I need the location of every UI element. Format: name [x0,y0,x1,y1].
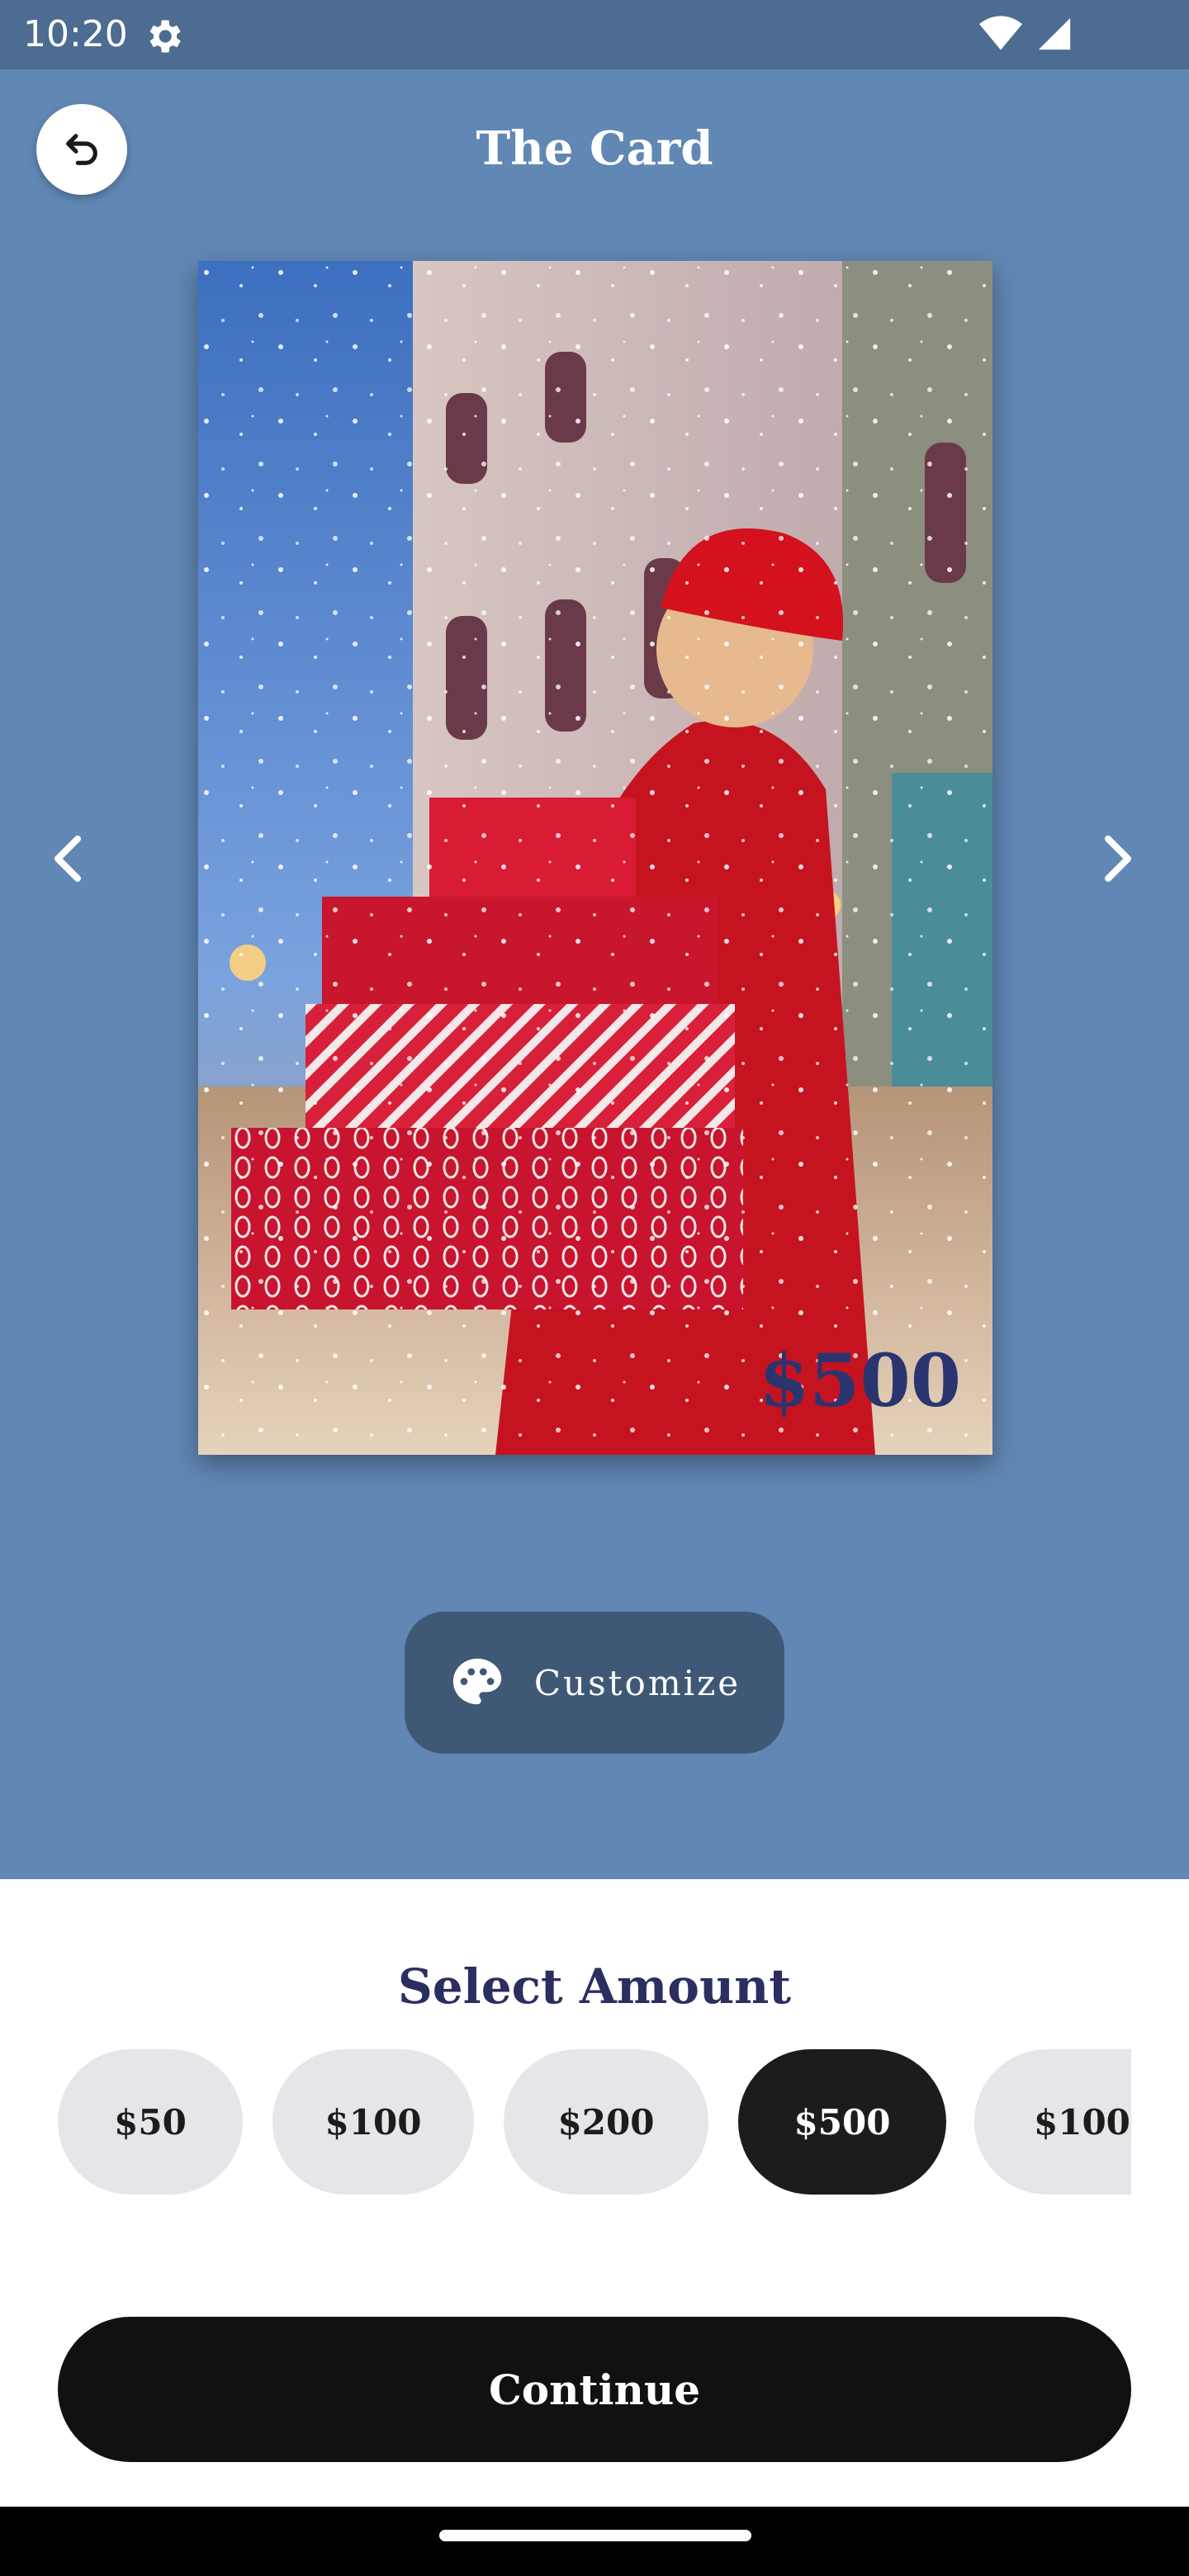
palette-icon [452,1658,502,1705]
cell-signal-icon [1038,17,1071,50]
card-amount-label: $500 [759,1338,961,1423]
next-card-button[interactable] [1092,826,1141,892]
amount-sheet: Select Amount $50 $100 $200 $500 $1000 C… [0,1879,1189,2507]
home-indicator[interactable] [439,2530,751,2541]
gift-card-image: $500 [198,261,992,1455]
screen: 10:20 The Card $500 Customize Select Amo… [0,0,1189,2576]
status-bar: 10:20 [0,0,1189,69]
amount-option-100[interactable]: $100 [272,2049,474,2195]
chevron-left-icon [54,836,81,882]
card-photo [198,261,992,1455]
amount-option-50[interactable]: $50 [58,2049,243,2195]
settings-gear-icon [149,20,181,53]
customize-label: Customize [533,1662,741,1703]
chevron-right-icon [1105,836,1131,882]
system-navigation-bar [0,2507,1189,2576]
customize-button[interactable]: Customize [405,1612,784,1754]
amount-option-1000[interactable]: $1000 [974,2049,1131,2195]
page-title: The Card [476,121,713,176]
wifi-icon [979,16,1022,50]
previous-card-button[interactable] [45,826,94,892]
continue-button[interactable]: Continue [58,2317,1131,2462]
status-time: 10:20 [23,13,128,55]
amount-options: $50 $100 $200 $500 $1000 [58,2049,1131,2195]
select-amount-title: Select Amount [397,1958,792,2015]
amount-option-500[interactable]: $500 [738,2049,946,2195]
amount-option-200[interactable]: $200 [504,2049,708,2195]
